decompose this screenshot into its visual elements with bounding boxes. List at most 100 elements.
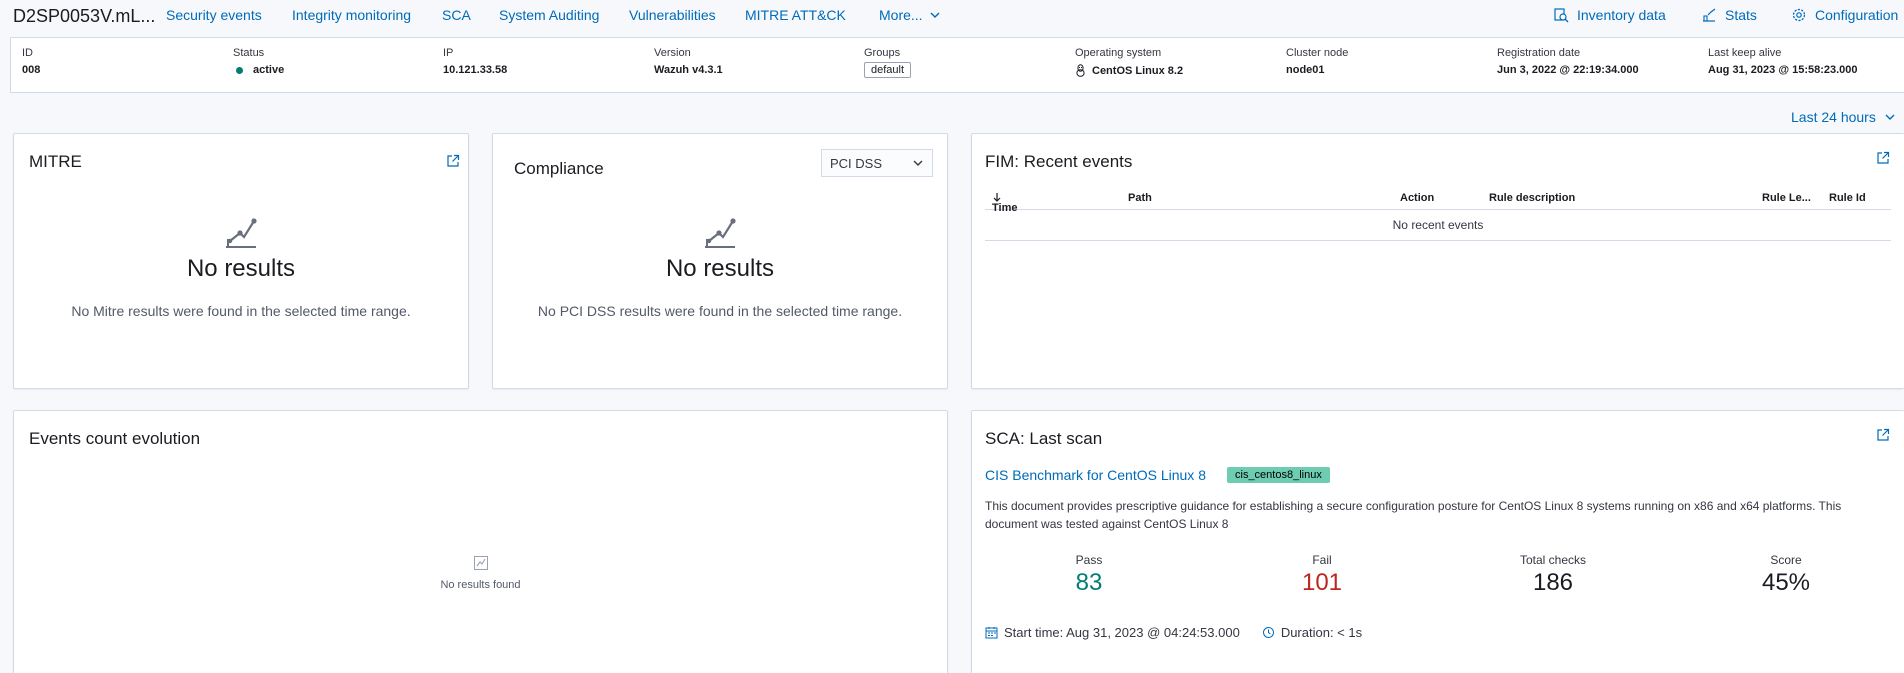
info-version-label: Version: [654, 47, 691, 59]
gear-icon: [1792, 8, 1806, 22]
more-menu-button[interactable]: More...: [879, 7, 941, 23]
external-link-icon[interactable]: [1876, 428, 1890, 442]
stat-total: Total checks 186: [1493, 553, 1613, 597]
sca-benchmark-row: CIS Benchmark for CentOS Linux 8 cis_cen…: [985, 467, 1330, 483]
info-cluster-value: node01: [1286, 64, 1325, 76]
group-badge[interactable]: default: [864, 62, 912, 78]
tab-sca[interactable]: SCA: [442, 7, 471, 23]
stat-pass-value: 83: [1075, 569, 1103, 596]
sca-scan-info: Start time: Aug 31, 2023 @ 04:24:53.000 …: [985, 625, 1362, 640]
configuration-label: Configuration: [1815, 7, 1899, 23]
mitre-empty-state: No results No Mitre results were found i…: [14, 217, 468, 319]
info-keepalive: Last keep alive Aug 31, 2023 @ 15:58:23.…: [1708, 47, 1858, 76]
fim-title: FIM: Recent events: [985, 152, 1133, 171]
fim-table-header: Time Path Action Rule description Rule L…: [985, 182, 1891, 214]
mitre-empty-desc: No Mitre results were found in the selec…: [71, 303, 411, 319]
compliance-panel: Compliance PCI DSS No results No PCI DSS…: [492, 133, 948, 389]
external-link-icon[interactable]: [1876, 151, 1890, 165]
stats-label: Stats: [1725, 7, 1757, 23]
events-count-title: Events count evolution: [29, 429, 201, 448]
col-time[interactable]: Time: [992, 192, 1017, 214]
visualization-icon: [473, 556, 488, 570]
info-registration-label: Registration date: [1497, 47, 1581, 59]
col-time-label: Time: [992, 202, 1018, 214]
col-rule-description[interactable]: Rule description: [1489, 192, 1575, 204]
inventory-data-link[interactable]: Inventory data: [1553, 7, 1666, 23]
configuration-link[interactable]: Configuration: [1791, 7, 1898, 23]
inventory-data-label: Inventory data: [1577, 7, 1666, 23]
info-groups-label: Groups: [864, 47, 901, 59]
sca-benchmark-link[interactable]: CIS Benchmark for CentOS Linux 8: [985, 467, 1206, 483]
fim-panel: FIM: Recent events Time Path Action Rule…: [971, 133, 1904, 389]
info-os-value-wrap: CentOS Linux 8.2: [1075, 64, 1183, 77]
info-id-value: 008: [22, 64, 41, 76]
compliance-title: Compliance: [514, 159, 604, 178]
stats-link[interactable]: Stats: [1701, 7, 1757, 23]
tab-system-auditing[interactable]: System Auditing: [499, 7, 599, 23]
info-os-value: CentOS Linux 8.2: [1092, 64, 1184, 77]
info-cluster: Cluster node node01: [1286, 47, 1348, 76]
stat-pass-label: Pass: [1075, 553, 1103, 567]
inventory-icon: [1554, 8, 1569, 23]
sca-duration: Duration: < 1s: [1280, 625, 1363, 640]
info-status-label: Status: [233, 47, 265, 59]
chart-line-icon: [226, 218, 257, 248]
info-cluster-label: Cluster node: [1286, 47, 1349, 59]
mitre-title: MITRE: [29, 152, 82, 171]
agent-info-bar: ID 008 Status active IP 10.121.33.58 Ver…: [10, 37, 1904, 93]
events-count-panel: Events count evolution No results found: [13, 410, 948, 673]
stat-score-value: 45%: [1761, 569, 1811, 596]
status-dot-icon: [236, 66, 243, 74]
info-ip-value: 10.121.33.58: [443, 64, 508, 76]
tab-security-events[interactable]: Security events: [166, 7, 262, 23]
info-status-value-wrap: active: [233, 64, 284, 76]
mitre-panel: MITRE No results No Mitre results were f…: [13, 133, 469, 389]
stat-score: Score 45%: [1726, 553, 1846, 597]
events-empty-state: No results found: [14, 555, 947, 593]
top-nav: D2SP0053V.mL... Security events Integrit…: [0, 0, 1904, 32]
info-groups: Groups default: [864, 47, 912, 78]
col-action[interactable]: Action: [1400, 192, 1434, 204]
col-rule-level[interactable]: Rule Le...: [1762, 192, 1811, 204]
info-os: Operating system CentOS Linux 8.2: [1075, 47, 1183, 77]
stat-total-value: 186: [1532, 569, 1574, 596]
chart-line-icon: [705, 218, 736, 248]
sca-panel: SCA: Last scan CIS Benchmark for CentOS …: [971, 410, 1904, 673]
compliance-empty-state: No results No PCI DSS results were found…: [493, 217, 947, 319]
more-label: More...: [879, 7, 923, 23]
stat-fail-value: 101: [1301, 569, 1343, 596]
external-link-icon[interactable]: [446, 154, 460, 168]
sca-title: SCA: Last scan: [985, 429, 1103, 448]
info-status: Status active: [233, 47, 284, 76]
stat-total-label: Total checks: [1519, 553, 1587, 567]
time-range-label: Last 24 hours: [1791, 109, 1876, 125]
info-keepalive-label: Last keep alive: [1708, 47, 1782, 59]
sca-start-time: Start time: Aug 31, 2023 @ 04:24:53.000: [1004, 625, 1240, 640]
sort-down-icon: [993, 193, 1001, 202]
time-range-picker[interactable]: Last 24 hours: [1791, 109, 1896, 125]
stat-pass: Pass 83: [1029, 553, 1149, 597]
tab-mitre-attack[interactable]: MITRE ATT&CK: [745, 7, 846, 23]
chevron-down-icon: [913, 160, 923, 166]
fim-empty-row: No recent events: [985, 210, 1891, 241]
info-ip-label: IP: [443, 47, 454, 59]
stat-fail: Fail 101: [1262, 553, 1382, 597]
agent-name: D2SP0053V.mL...: [13, 6, 156, 26]
col-path[interactable]: Path: [1128, 192, 1152, 204]
compliance-select[interactable]: PCI DSS: [821, 149, 933, 177]
tab-vulnerabilities[interactable]: Vulnerabilities: [629, 7, 716, 23]
stat-fail-label: Fail: [1312, 553, 1332, 567]
info-version: Version Wazuh v4.3.1: [654, 47, 723, 76]
tab-integrity-monitoring[interactable]: Integrity monitoring: [292, 7, 411, 23]
compliance-empty-desc: No PCI DSS results were found in the sel…: [537, 303, 903, 319]
info-registration-value: Jun 3, 2022 @ 22:19:34.000: [1497, 64, 1639, 76]
info-status-value: active: [253, 64, 285, 76]
chevron-down-icon: [930, 12, 940, 18]
compliance-empty-title: No results: [665, 255, 775, 282]
col-rule-id[interactable]: Rule Id: [1829, 192, 1866, 204]
stats-icon: [1703, 8, 1716, 22]
info-id-label: ID: [22, 47, 33, 59]
info-ip: IP 10.121.33.58: [443, 47, 507, 76]
policy-id-badge: cis_centos8_linux: [1227, 467, 1330, 483]
chevron-down-icon: [1885, 114, 1895, 120]
